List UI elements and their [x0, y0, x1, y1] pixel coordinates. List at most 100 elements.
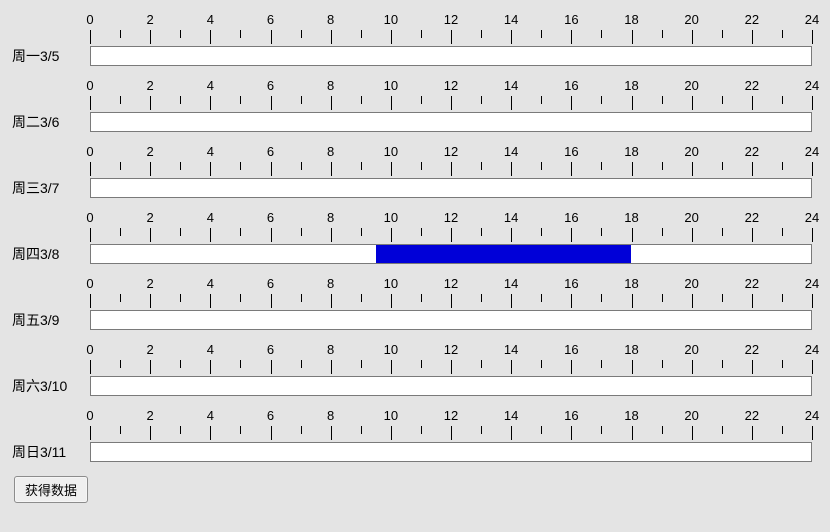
timeline: 024681012141618202224 [90, 78, 812, 134]
axis-ticks [90, 228, 812, 244]
axis-ticks [90, 162, 812, 178]
tick-minor [662, 162, 663, 170]
tick-minor [301, 228, 302, 236]
axis-tick-label: 18 [624, 342, 638, 357]
time-track[interactable] [90, 310, 812, 330]
tick-minor [662, 30, 663, 38]
tick-major [271, 96, 272, 110]
tick-minor [361, 426, 362, 434]
axis-tick-label: 20 [684, 12, 698, 27]
day-label: 周四3/8 [12, 244, 90, 266]
time-track[interactable] [90, 46, 812, 66]
tick-major [331, 360, 332, 374]
tick-minor [180, 294, 181, 302]
tick-major [812, 162, 813, 176]
tick-minor [481, 228, 482, 236]
axis-tick-label: 10 [384, 12, 398, 27]
tick-minor [481, 30, 482, 38]
tick-minor [180, 30, 181, 38]
tick-major [812, 294, 813, 308]
tick-major [210, 30, 211, 44]
axis-ticks [90, 294, 812, 310]
tick-major [511, 30, 512, 44]
axis-tick-label: 22 [745, 210, 759, 225]
tick-minor [722, 360, 723, 368]
time-track[interactable] [90, 244, 812, 264]
timeline: 024681012141618202224 [90, 12, 812, 68]
tick-minor [240, 426, 241, 434]
axis-tick-label: 10 [384, 276, 398, 291]
day-label: 周二3/6 [12, 112, 90, 134]
time-track[interactable] [90, 376, 812, 396]
axis-tick-label: 0 [86, 12, 93, 27]
axis-tick-label: 2 [147, 12, 154, 27]
axis-tick-label: 0 [86, 276, 93, 291]
tick-minor [361, 294, 362, 302]
tick-minor [301, 96, 302, 104]
tick-major [90, 294, 91, 308]
day-label: 周六3/10 [12, 376, 90, 398]
tick-major [391, 96, 392, 110]
axis-tick-label: 18 [624, 276, 638, 291]
axis-tick-label: 18 [624, 12, 638, 27]
axis-tick-label: 22 [745, 12, 759, 27]
axis-tick-label: 12 [444, 276, 458, 291]
tick-major [752, 162, 753, 176]
tick-major [90, 228, 91, 242]
tick-major [150, 162, 151, 176]
timeline: 024681012141618202224 [90, 342, 812, 398]
tick-minor [782, 30, 783, 38]
tick-major [391, 360, 392, 374]
tick-major [451, 228, 452, 242]
axis-tick-label: 20 [684, 408, 698, 423]
tick-major [391, 294, 392, 308]
tick-major [752, 426, 753, 440]
tick-major [210, 228, 211, 242]
tick-minor [120, 360, 121, 368]
axis-tick-label: 12 [444, 12, 458, 27]
axis-tick-label: 20 [684, 342, 698, 357]
tick-minor [601, 30, 602, 38]
tick-minor [782, 228, 783, 236]
time-track[interactable] [90, 442, 812, 462]
time-segment[interactable] [376, 245, 631, 263]
time-track[interactable] [90, 112, 812, 132]
axis-labels: 024681012141618202224 [90, 144, 812, 162]
tick-minor [361, 30, 362, 38]
axis-tick-label: 0 [86, 78, 93, 93]
tick-major [90, 96, 91, 110]
tick-minor [361, 96, 362, 104]
axis-tick-label: 4 [207, 276, 214, 291]
tick-major [331, 96, 332, 110]
tick-minor [662, 228, 663, 236]
time-track[interactable] [90, 178, 812, 198]
tick-minor [782, 426, 783, 434]
tick-major [571, 360, 572, 374]
tick-major [571, 228, 572, 242]
tick-major [752, 228, 753, 242]
axis-tick-label: 14 [504, 12, 518, 27]
axis-tick-label: 18 [624, 78, 638, 93]
tick-major [150, 294, 151, 308]
tick-minor [541, 426, 542, 434]
tick-major [451, 426, 452, 440]
tick-minor [541, 294, 542, 302]
tick-minor [541, 228, 542, 236]
tick-major [571, 96, 572, 110]
axis-tick-label: 8 [327, 210, 334, 225]
tick-minor [662, 96, 663, 104]
tick-minor [421, 360, 422, 368]
timeline: 024681012141618202224 [90, 210, 812, 266]
get-data-button[interactable]: 获得数据 [14, 476, 88, 503]
axis-tick-label: 8 [327, 342, 334, 357]
tick-minor [301, 294, 302, 302]
tick-major [271, 162, 272, 176]
day-label: 周五3/9 [12, 310, 90, 332]
tick-minor [361, 162, 362, 170]
tick-major [571, 162, 572, 176]
axis-tick-label: 6 [267, 408, 274, 423]
tick-major [632, 228, 633, 242]
tick-minor [421, 294, 422, 302]
axis-tick-label: 8 [327, 144, 334, 159]
axis-labels: 024681012141618202224 [90, 276, 812, 294]
